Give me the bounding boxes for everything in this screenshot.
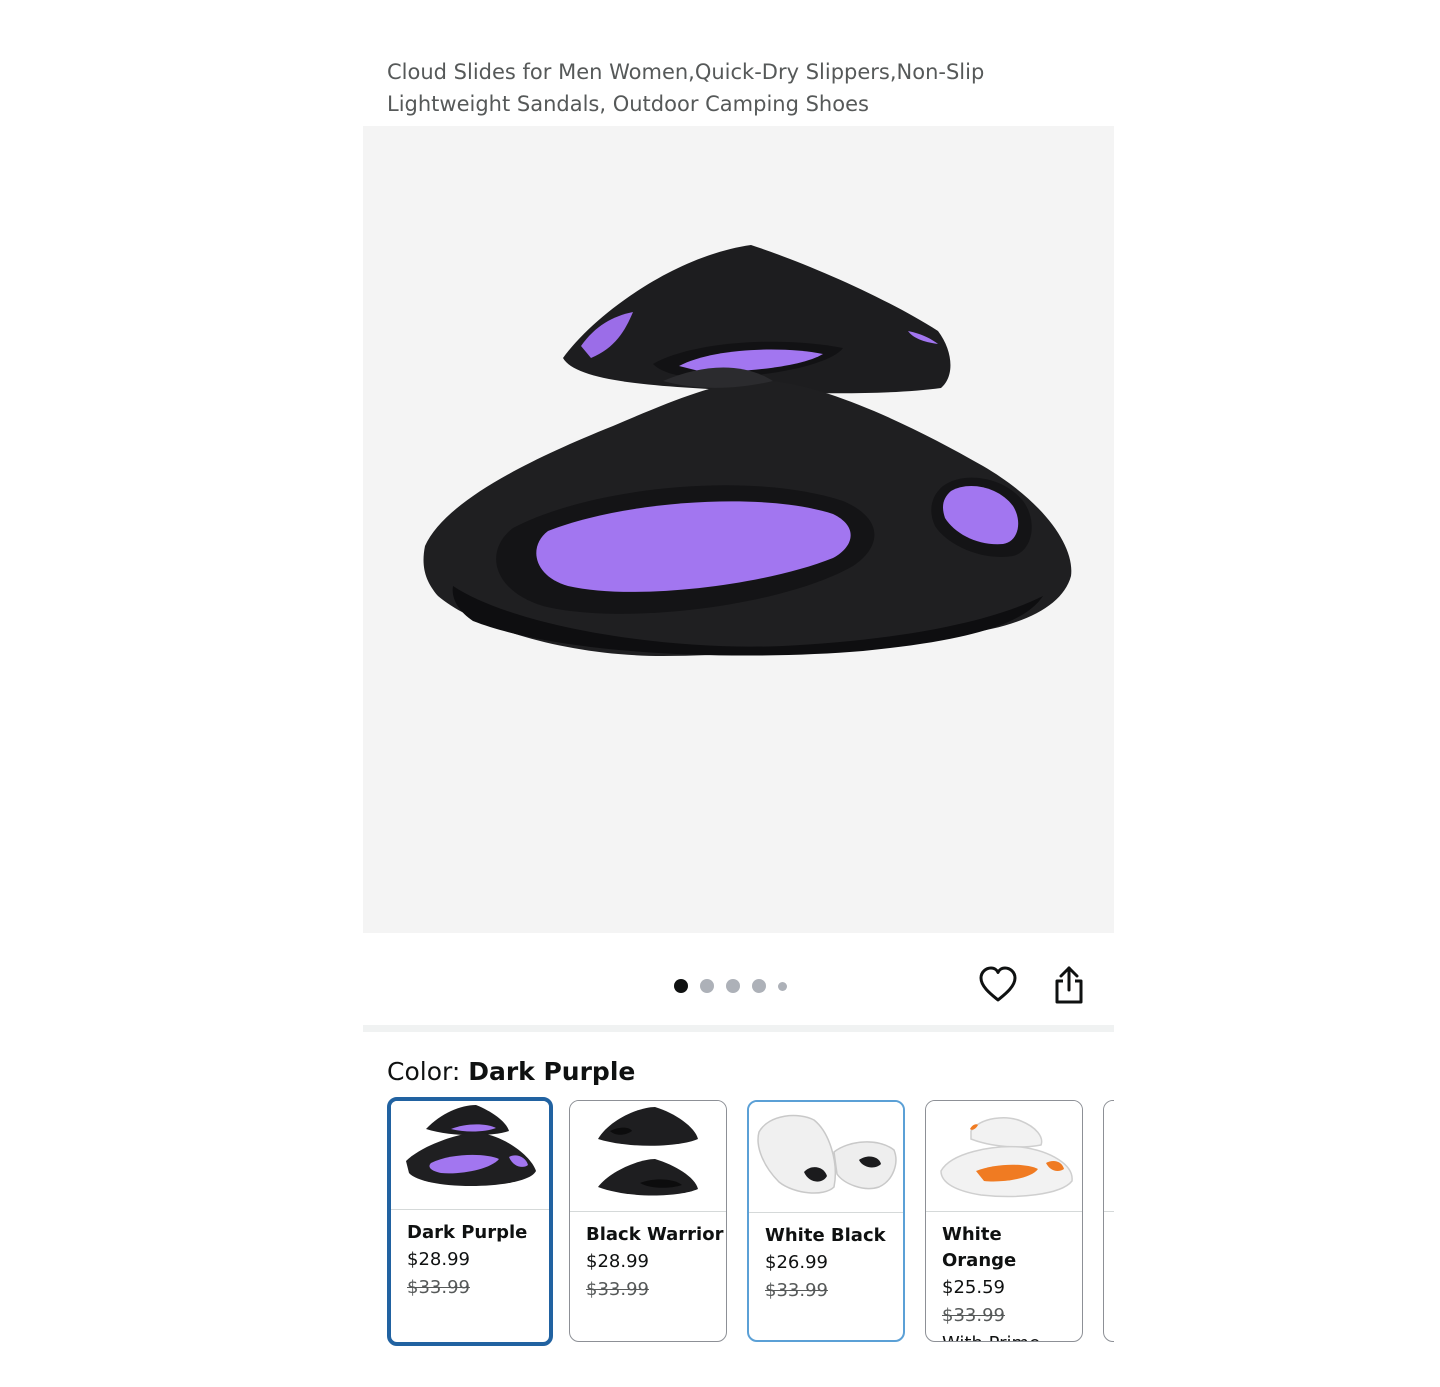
swatch-prime-note: With Prime (942, 1330, 1082, 1341)
color-swatch-list[interactable]: Dark Purple $28.99 $33.99 Black Warrior … (387, 1097, 1114, 1349)
color-swatch-partial[interactable] (1103, 1100, 1114, 1342)
color-swatch-black-warrior[interactable]: Black Warrior $28.99 $33.99 (569, 1100, 727, 1342)
selected-color-value: Dark Purple (468, 1057, 636, 1086)
product-title[interactable]: Cloud Slides for Men Women,Quick-Dry Sli… (387, 56, 1067, 120)
gallery-pagination-dots[interactable] (674, 978, 787, 994)
swatch-thumbnail (749, 1102, 903, 1213)
favorite-button[interactable] (976, 963, 1020, 1007)
swatch-thumbnail (391, 1101, 549, 1210)
swatch-price: $25.59 (942, 1277, 1005, 1298)
pagination-dot[interactable] (700, 979, 714, 993)
swatch-name: Black Warrior (586, 1224, 724, 1245)
heart-icon (979, 966, 1017, 1002)
swatch-price: $28.99 (586, 1251, 649, 1272)
swatch-list-price: $33.99 (765, 1280, 828, 1301)
pagination-dot[interactable] (752, 979, 766, 993)
swatch-thumbnail (570, 1101, 726, 1212)
color-label-prefix: Color: (387, 1057, 469, 1086)
share-icon (1055, 966, 1083, 1004)
swatch-name: White Orange (942, 1224, 1017, 1271)
product-page: Cloud Slides for Men Women,Quick-Dry Sli… (0, 0, 1440, 1387)
product-image-gallery[interactable] (363, 126, 1114, 933)
swatch-price: $28.99 (407, 1249, 470, 1270)
color-swatch-white-orange[interactable]: White Orange $25.59 $33.99 With Prime (925, 1100, 1083, 1342)
swatch-thumbnail (926, 1101, 1082, 1212)
back-slide-shape (563, 245, 951, 394)
swatch-price: $26.99 (765, 1252, 828, 1273)
swatch-name: Dark Purple (407, 1222, 528, 1243)
share-button[interactable] (1047, 963, 1091, 1007)
pagination-dot[interactable] (726, 979, 740, 993)
swatch-list-price: $33.99 (942, 1305, 1005, 1326)
swatch-thumbnail (1104, 1101, 1114, 1212)
product-image (423, 245, 1072, 656)
swatch-list-price: $33.99 (407, 1277, 470, 1298)
swatch-list-price: $33.99 (586, 1279, 649, 1300)
color-swatch-white-black[interactable]: White Black $26.99 $33.99 (747, 1100, 905, 1342)
color-swatch-dark-purple[interactable]: Dark Purple $28.99 $33.99 (387, 1097, 553, 1346)
swatch-name: White Black (765, 1225, 886, 1246)
section-divider (363, 1025, 1114, 1032)
front-slide-shape (423, 367, 1072, 656)
pagination-dot[interactable] (778, 981, 787, 991)
color-label: Color: Dark Purple (387, 1055, 635, 1089)
pagination-dot-active[interactable] (674, 979, 688, 993)
